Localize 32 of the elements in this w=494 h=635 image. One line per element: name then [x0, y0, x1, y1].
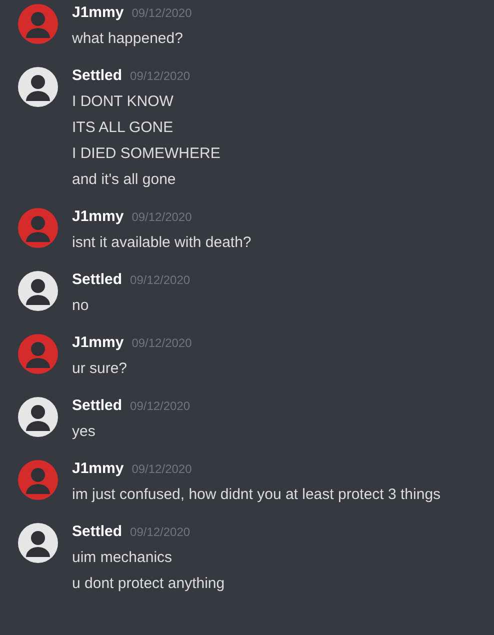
message-text: yes [72, 422, 96, 442]
message-text: I DIED SOMEWHERE [72, 144, 220, 164]
username[interactable]: J1mmy [72, 2, 124, 24]
message-text: u dont protect anything [72, 574, 225, 594]
timestamp: 09/12/2020 [130, 272, 190, 289]
timestamp: 09/12/2020 [130, 398, 190, 415]
avatar[interactable] [18, 397, 58, 437]
message-text: ur sure? [72, 359, 128, 379]
username[interactable]: Settled [72, 269, 122, 291]
avatar[interactable] [18, 271, 58, 311]
message-text: isnt it available with death? [72, 233, 252, 253]
username[interactable]: Settled [72, 395, 122, 417]
timestamp: 09/12/2020 [130, 524, 190, 541]
message-text: I DONT KNOW [72, 92, 174, 112]
timestamp: 09/12/2020 [132, 209, 192, 226]
timestamp: 09/12/2020 [130, 68, 190, 85]
timestamp: 09/12/2020 [132, 461, 192, 478]
username[interactable]: J1mmy [72, 206, 124, 228]
message-text: ITS ALL GONE [72, 118, 174, 138]
username[interactable]: J1mmy [72, 332, 124, 354]
avatar[interactable] [18, 67, 58, 107]
username[interactable]: Settled [72, 65, 122, 87]
message-text: no [72, 296, 89, 316]
timestamp: 09/12/2020 [132, 5, 192, 22]
username[interactable]: J1mmy [72, 458, 124, 480]
message-text: uim mechanics [72, 548, 172, 568]
timestamp: 09/12/2020 [132, 335, 192, 352]
message-text: and it's all gone [72, 170, 176, 190]
message-text: im just confused, how didnt you at least protect 3 things [72, 485, 441, 505]
message-text: what happened? [72, 29, 183, 49]
avatar[interactable] [18, 523, 58, 563]
username[interactable]: Settled [72, 521, 122, 543]
